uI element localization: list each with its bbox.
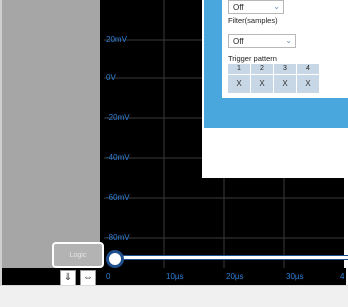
top-dropdown-value: Off	[233, 3, 244, 12]
callout-line	[114, 256, 348, 259]
trigger-cell-3[interactable]: X	[274, 75, 296, 93]
filter-label: Filter(samples)	[228, 16, 278, 25]
x-label-40us: 4	[340, 272, 345, 281]
arrows-horizontal-icon[interactable]: ⇔	[80, 270, 96, 286]
x-label-20us: 20µs	[226, 272, 244, 281]
x-label-0: 0	[106, 272, 111, 281]
trigger-col-3: 3	[274, 64, 296, 74]
trigger-cell-1[interactable]: X	[228, 75, 250, 93]
y-label-minus60mv: -60mV	[106, 193, 130, 202]
y-label-minus20mv: -20mV	[106, 113, 130, 122]
y-label-minus40mv: -40mV	[106, 153, 130, 162]
trigger-cell-2[interactable]: X	[251, 75, 273, 93]
callout-dot	[106, 250, 124, 268]
chevron-down-icon: ⌄	[285, 36, 292, 45]
status-bar	[0, 285, 348, 307]
trigger-cell-4[interactable]: X	[297, 75, 319, 93]
y-label-0v: 0V	[106, 73, 116, 82]
y-label-20mv: 20mV	[106, 35, 127, 44]
logic-button[interactable]: Logic	[52, 242, 104, 268]
trigger-col-4: 4	[297, 64, 319, 74]
filter-dropdown-value: Off	[233, 37, 244, 46]
settings-card: Off ⌄ Filter(samples) Off ⌄ Trigger patt…	[222, 0, 348, 98]
x-label-10us: 10µs	[166, 272, 184, 281]
arrow-down-icon[interactable]: ⇓	[60, 270, 76, 286]
trigger-col-2: 2	[251, 64, 273, 74]
logic-button-label: Logic	[69, 252, 87, 259]
filter-dropdown[interactable]: Off ⌄	[228, 34, 296, 48]
trigger-col-1: 1	[228, 64, 250, 74]
trigger-pattern-label: Trigger pattern	[228, 54, 277, 63]
chevron-down-icon: ⌄	[273, 2, 280, 11]
y-label-minus80mv: -80mV	[106, 233, 130, 242]
x-label-30us: 30µs	[286, 272, 304, 281]
top-dropdown[interactable]: Off ⌄	[228, 0, 284, 14]
side-panel	[2, 0, 100, 268]
